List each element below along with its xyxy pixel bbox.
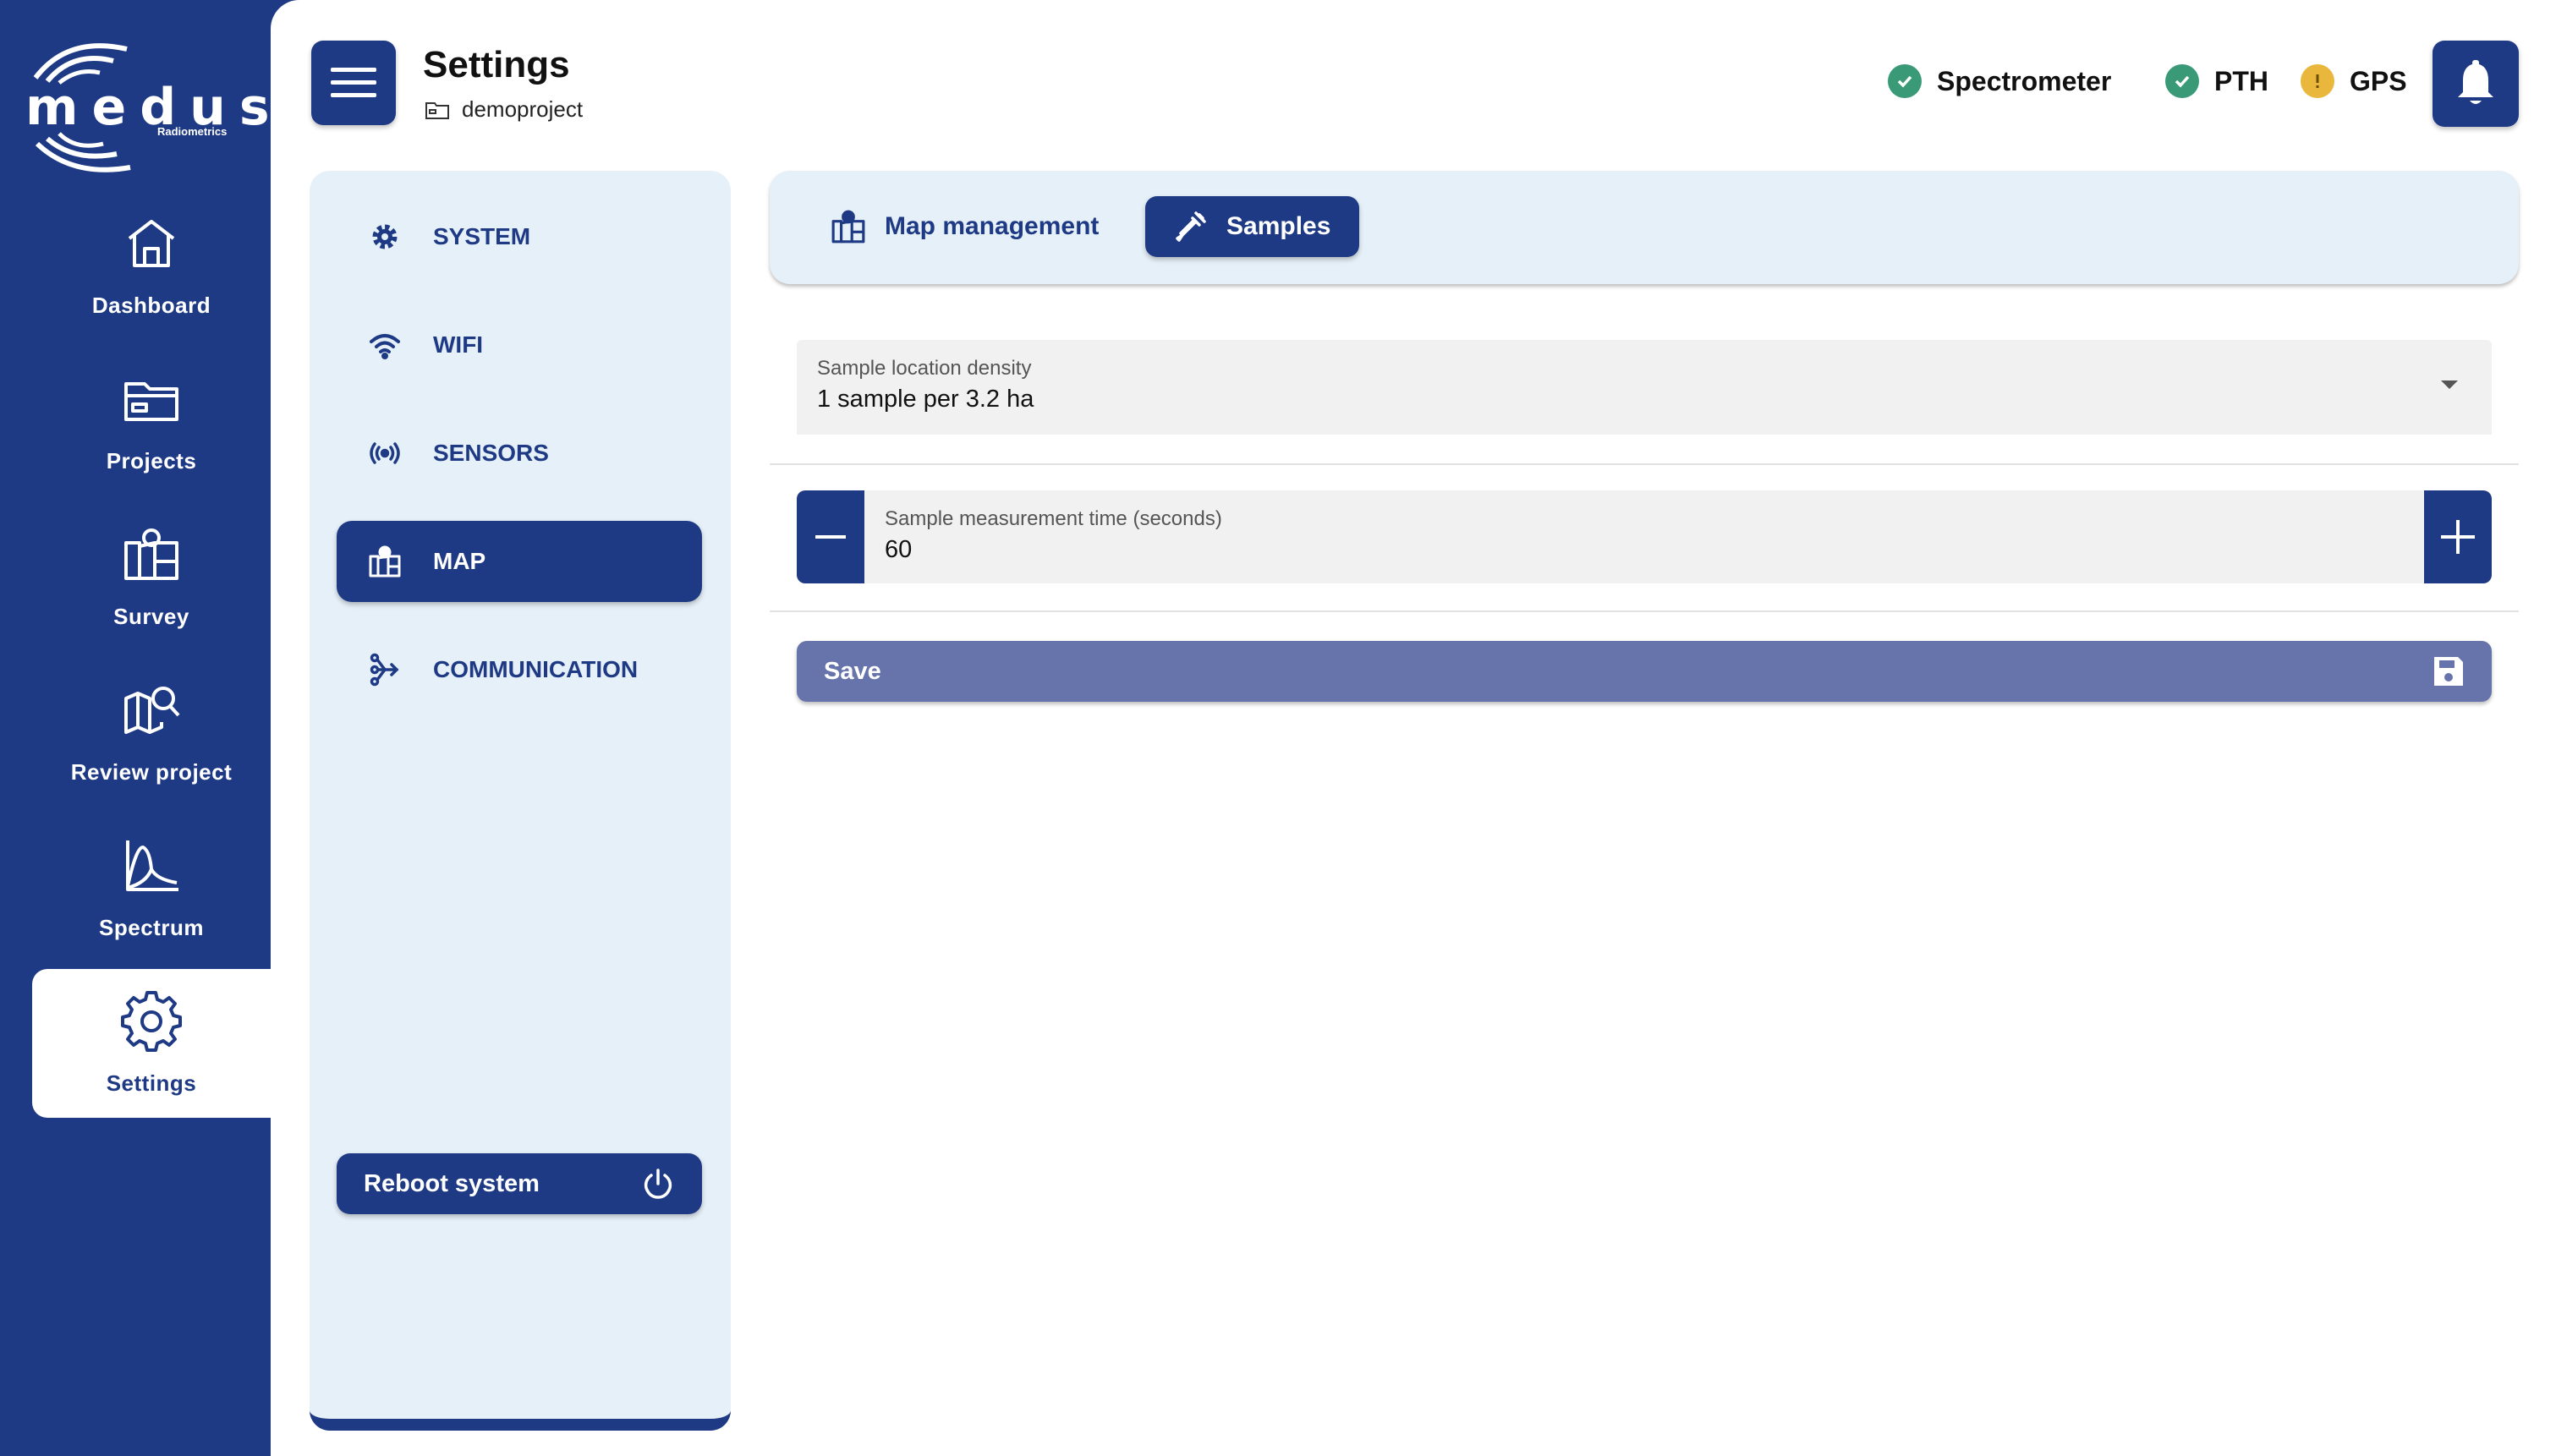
tab-map-management[interactable]: Map management — [802, 196, 1127, 257]
nav-item-settings[interactable]: Settings — [32, 969, 271, 1118]
menu-toggle-button[interactable] — [311, 41, 396, 125]
gear-icon — [121, 990, 182, 1052]
hamburger-menu-icon — [331, 68, 376, 97]
tab-label: Samples — [1226, 212, 1331, 240]
wifi-icon — [370, 334, 400, 359]
map-icon — [831, 210, 865, 244]
survey-map-icon — [124, 528, 178, 580]
plus-icon — [2441, 520, 2475, 554]
map-search-icon — [124, 686, 180, 734]
pipette-icon — [1176, 211, 1206, 242]
check-icon — [2165, 64, 2199, 98]
status-spectrometer: Spectrometer — [1888, 64, 2111, 98]
settings-menu-communication[interactable]: COMMUNICATION — [337, 629, 702, 710]
settings-menu-system[interactable]: SYSTEM — [337, 196, 702, 277]
gear-icon — [372, 224, 398, 249]
floppy-disk-icon — [2434, 657, 2463, 686]
settings-menu-sensors[interactable]: SENSORS — [337, 413, 702, 494]
notifications-button[interactable] — [2433, 41, 2519, 127]
nav-label-projects: Projects — [106, 447, 197, 473]
measurement-time-stepper: Sample measurement time (seconds) 60 — [797, 490, 2492, 583]
nav-item-dashboard[interactable]: Dashboard — [32, 191, 271, 340]
reboot-label: Reboot system — [364, 1169, 540, 1197]
settings-menu-label: WIFI — [433, 331, 484, 358]
spectrum-icon — [126, 840, 178, 891]
project-breadcrumb: demoproject — [425, 96, 583, 123]
map-icon — [369, 545, 401, 577]
project-name: demoproject — [462, 96, 584, 122]
nav-item-projects[interactable]: Projects — [32, 347, 271, 495]
nav-item-survey[interactable]: Survey — [32, 502, 271, 651]
nav-item-spectrum[interactable]: Spectrum — [32, 813, 271, 962]
home-icon — [128, 219, 175, 267]
divider — [770, 463, 2519, 465]
minus-icon — [815, 535, 846, 539]
nav-label-spectrum: Spectrum — [99, 914, 204, 940]
save-button[interactable]: Save — [797, 641, 2492, 702]
settings-menu-panel: SYSTEM WIFI SENSORS MAP COMMUNICATION Re… — [310, 171, 731, 1431]
folder-icon — [124, 381, 178, 421]
settings-menu-map[interactable]: MAP — [337, 521, 702, 602]
nav-label-settings: Settings — [106, 1070, 197, 1096]
settings-menu-label: SENSORS — [433, 440, 549, 466]
settings-menu-wifi[interactable]: WIFI — [337, 304, 702, 386]
power-icon — [644, 1169, 672, 1199]
settings-menu-label: MAP — [433, 548, 486, 574]
status-label-pth: PTH — [2214, 65, 2268, 96]
status-label-spectrometer: Spectrometer — [1937, 65, 2112, 96]
medusa-logo: medusa Radiometrics — [22, 34, 317, 186]
communication-icon — [370, 653, 399, 687]
logo-subtext: Radiometrics — [157, 125, 228, 138]
tab-label: Map management — [885, 212, 1100, 240]
sensors-icon — [370, 442, 400, 464]
check-icon — [1888, 64, 1922, 98]
nav-label-survey: Survey — [113, 603, 189, 629]
main-navigation: medusa Radiometrics Dashboard Projects S… — [0, 0, 317, 1456]
tab-samples[interactable]: Samples — [1145, 196, 1360, 257]
status-gps: GPS — [2301, 64, 2407, 98]
nav-item-review-project[interactable]: Review project — [32, 658, 271, 807]
save-label: Save — [824, 657, 881, 685]
status-label-gps: GPS — [2350, 65, 2407, 96]
settings-menu-label: COMMUNICATION — [433, 656, 639, 682]
increment-button[interactable] — [2424, 490, 2492, 583]
decrement-button[interactable] — [797, 490, 864, 583]
status-pth: PTH — [2165, 64, 2268, 98]
measurement-time-value: 60 — [885, 536, 913, 563]
warning-icon — [2301, 64, 2334, 98]
nav-label-review-project: Review project — [70, 758, 233, 785]
nav-label-dashboard: Dashboard — [91, 292, 211, 318]
measurement-time-input[interactable]: Sample measurement time (seconds) 60 — [864, 490, 2424, 583]
settings-menu-label: SYSTEM — [433, 223, 531, 249]
divider — [770, 610, 2519, 612]
density-label: Sample location density — [817, 357, 1032, 380]
dropdown-arrow-icon — [2441, 380, 2458, 389]
bell-icon — [2458, 60, 2493, 104]
page-title: Settings — [423, 44, 570, 85]
folder-icon — [425, 101, 449, 119]
sample-density-select[interactable]: Sample location density 1 sample per 3.2… — [797, 340, 2492, 435]
reboot-system-button[interactable]: Reboot system — [337, 1153, 702, 1214]
measurement-time-label: Sample measurement time (seconds) — [885, 507, 1222, 530]
density-value: 1 sample per 3.2 ha — [817, 386, 1034, 413]
settings-tabs: Map management Samples — [770, 171, 2519, 284]
